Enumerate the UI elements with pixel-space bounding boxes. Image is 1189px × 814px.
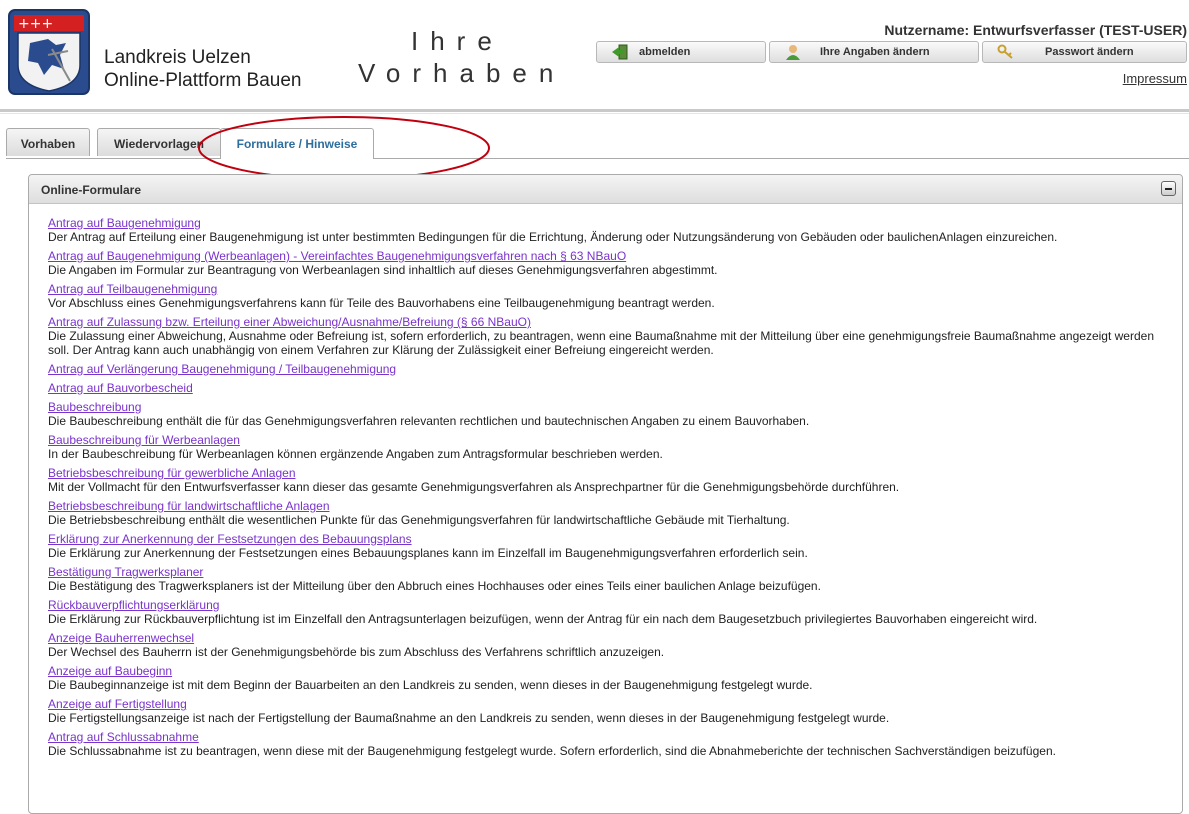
online-forms-panel: Online-Formulare Antrag auf Baugenehmigu… <box>28 174 1183 814</box>
form-description: Die Fertigstellungsanzeige ist nach der … <box>48 711 890 725</box>
form-link[interactable]: Antrag auf Bauvorbescheid <box>48 381 1178 395</box>
edit-profile-button[interactable]: Ihre Angaben ändern <box>769 41 979 63</box>
username-label: Nutzername: Entwurfsverfasser (TEST-USER… <box>884 22 1187 38</box>
form-description: Die Betriebsbeschreibung enthält die wes… <box>48 513 790 527</box>
form-description: Mit der Vollmacht für den Entwurfsverfas… <box>48 480 900 494</box>
form-item: Antrag auf Schlussabnahme Die Schlussabna… <box>48 730 1178 758</box>
form-link[interactable]: Betriebsbeschreibung für landwirtschaftl… <box>48 499 1178 513</box>
org-name-line2: Online-Plattform Bauen <box>104 70 302 91</box>
form-description: Die Baubeginnanzeige ist mit dem Beginn … <box>48 678 813 692</box>
form-item: Betriebsbeschreibung für landwirtschaftl… <box>48 499 1178 527</box>
key-icon <box>997 44 1015 60</box>
form-item: Antrag auf Baugenehmigung Der Antrag auf … <box>48 216 1178 244</box>
form-description: Der Antrag auf Erteilung einer Baugenehm… <box>48 230 1058 244</box>
edit-profile-label: Ihre Angaben ändern <box>820 46 930 58</box>
form-item: Antrag auf Bauvorbescheid <box>48 381 1178 395</box>
form-link[interactable]: Baubeschreibung <box>48 400 1178 414</box>
form-description: Die Erklärung zur Anerkennung der Festse… <box>48 546 808 560</box>
form-description: Die Bestätigung des Tragwerksplaners ist… <box>48 579 821 593</box>
form-description: Die Schlussabnahme ist zu beantragen, we… <box>48 744 1056 758</box>
form-link[interactable]: Anzeige Bauherrenwechsel <box>48 631 1178 645</box>
form-description: Die Erklärung zur Rückbauverpflichtung i… <box>48 612 1038 626</box>
form-link[interactable]: Antrag auf Baugenehmigung <box>48 216 1178 230</box>
user-icon <box>784 44 802 60</box>
form-item: Erklärung zur Anerkennung der Festsetzun… <box>48 532 1178 560</box>
form-item: Antrag auf Verlängerung Baugenehmigung /… <box>48 362 1178 376</box>
panel-header: Online-Formulare <box>29 175 1182 204</box>
change-password-button[interactable]: Passwort ändern <box>982 41 1187 63</box>
form-description: Der Wechsel des Bauherrn ist der Genehmi… <box>48 645 665 659</box>
form-description: Vor Abschluss eines Genehmigungsverfahre… <box>48 296 715 310</box>
collapse-icon[interactable] <box>1161 181 1176 196</box>
form-link[interactable]: Betriebsbeschreibung für gewerbliche Anl… <box>48 466 1178 480</box>
form-item: Baubeschreibung für Werbeanlagen In der B… <box>48 433 1178 461</box>
form-link[interactable]: Antrag auf Schlussabnahme <box>48 730 1178 744</box>
form-description: Die Angaben im Formular zur Beantragung … <box>48 263 718 277</box>
tab-vorhaben[interactable]: Vorhaben <box>6 128 90 156</box>
page-title-line1: Ihre <box>411 26 504 56</box>
form-link[interactable]: Anzeige auf Baubeginn <box>48 664 1178 678</box>
form-item: Bestätigung Tragwerksplaner Die Bestätigu… <box>48 565 1178 593</box>
form-link[interactable]: Rückbauverpflichtungserklärung <box>48 598 1178 612</box>
coat-of-arms-logo: +++ <box>8 9 90 95</box>
svg-text:+++: +++ <box>18 16 53 32</box>
form-description: Die Baubeschreibung enthält die für das … <box>48 414 810 428</box>
change-password-label: Passwort ändern <box>1045 46 1134 58</box>
form-link[interactable]: Baubeschreibung für Werbeanlagen <box>48 433 1178 447</box>
form-item: Anzeige auf Baubeginn Die Baubeginnanzeig… <box>48 664 1178 692</box>
panel-title: Online-Formulare <box>41 183 142 197</box>
page-title-line2: Vorhaben <box>358 58 566 88</box>
impressum-link[interactable]: Impressum <box>1123 71 1187 86</box>
form-link[interactable]: Anzeige auf Fertigstellung <box>48 697 1178 711</box>
form-description: In der Baubeschreibung für Werbeanlagen … <box>48 447 663 461</box>
form-item: Anzeige auf Fertigstellung Die Fertigstel… <box>48 697 1178 725</box>
form-link[interactable]: Erklärung zur Anerkennung der Festsetzun… <box>48 532 1178 546</box>
header-divider-thin <box>0 113 1189 114</box>
org-name-line1: Landkreis Uelzen <box>104 47 251 68</box>
form-item: Antrag auf Zulassung bzw. Erteilung eine… <box>48 315 1178 357</box>
header-divider <box>0 109 1189 112</box>
page-header: +++ Landkreis Uelzen Online-Plattform Ba… <box>0 0 1189 114</box>
form-item: Anzeige Bauherrenwechsel Der Wechsel des … <box>48 631 1178 659</box>
form-link[interactable]: Antrag auf Zulassung bzw. Erteilung eine… <box>48 315 1178 329</box>
form-item: Rückbauverpflichtungserklärung Die Erklär… <box>48 598 1178 626</box>
form-item: Baubeschreibung Die Baubeschreibung enthä… <box>48 400 1178 428</box>
logout-button[interactable]: abmelden <box>596 41 766 63</box>
form-description: Die Zulassung einer Abweichung, Ausnahme… <box>48 329 1154 357</box>
form-link[interactable]: Antrag auf Teilbaugenehmigung <box>48 282 1178 296</box>
form-link[interactable]: Antrag auf Verlängerung Baugenehmigung /… <box>48 362 1178 376</box>
form-link[interactable]: Antrag auf Baugenehmigung (Werbeanlagen)… <box>48 249 1178 263</box>
logout-icon <box>611 44 629 60</box>
form-item: Antrag auf Teilbaugenehmigung Vor Abschlu… <box>48 282 1178 310</box>
form-item: Betriebsbeschreibung für gewerbliche Anl… <box>48 466 1178 494</box>
form-item: Antrag auf Baugenehmigung (Werbeanlagen)… <box>48 249 1178 277</box>
logout-label: abmelden <box>639 46 691 58</box>
form-link[interactable]: Bestätigung Tragwerksplaner <box>48 565 1178 579</box>
forms-list: Antrag auf Baugenehmigung Der Antrag auf … <box>48 216 1178 763</box>
